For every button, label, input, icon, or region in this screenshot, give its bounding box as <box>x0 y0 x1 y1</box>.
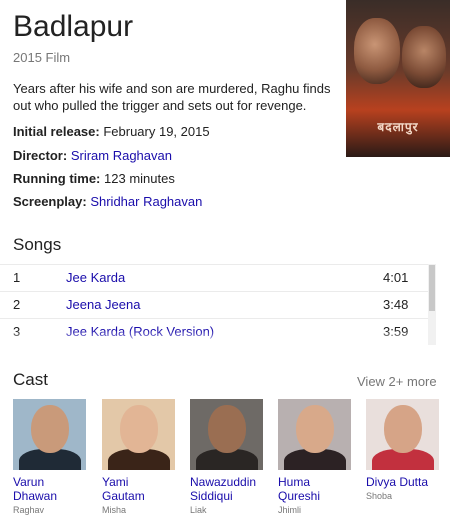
cast-member[interactable]: Nawazuddin Siddiqui Liak <box>190 399 263 515</box>
photo-head-shape <box>120 405 158 453</box>
film-subtitle: 2015 Film <box>13 50 71 65</box>
cast-member[interactable]: Divya Dutta Shoba <box>366 399 439 501</box>
cast-name-link[interactable]: Varun Dhawan <box>13 475 86 503</box>
cast-role: Liak <box>190 505 207 515</box>
fact-running-time: Running time: 123 minutes <box>13 171 175 186</box>
cast-photo[interactable] <box>102 399 175 470</box>
cast-name-line2: Siddiqui <box>190 489 233 503</box>
photo-head-shape <box>384 405 422 453</box>
poster-face-right <box>402 26 446 88</box>
fact-label: Initial release: <box>13 124 100 139</box>
film-title: Badlapur <box>13 10 134 43</box>
film-description: Years after his wife and son are murdere… <box>13 81 331 113</box>
cast-role: Misha <box>102 505 127 515</box>
cast-name-link[interactable]: Huma Qureshi <box>278 475 351 503</box>
cast-role: Shoba <box>366 491 393 501</box>
song-row[interactable]: 1 Jee Karda 4:01 <box>0 264 428 292</box>
cast-role: Jhimli <box>278 505 302 515</box>
cast-name-link[interactable]: Nawazuddin Siddiqui <box>190 475 263 503</box>
cast-name-line1: Divya Dutta <box>366 475 429 489</box>
songs-heading: Songs <box>13 235 62 254</box>
song-number: 2 <box>13 297 21 312</box>
screenplay-link[interactable]: Shridhar Raghavan <box>90 194 202 209</box>
fact-initial-release: Initial release: February 19, 2015 <box>13 124 210 139</box>
fact-director: Director: Sriram Raghavan <box>13 148 172 163</box>
photo-head-shape <box>296 405 334 453</box>
cast-heading: Cast <box>13 370 48 389</box>
song-duration: 4:01 <box>383 270 409 285</box>
song-duration: 3:48 <box>383 297 409 312</box>
cast-name-line2: Qureshi <box>278 489 321 503</box>
songs-scrollbar-thumb[interactable] <box>429 265 435 311</box>
fact-value: February 19, 2015 <box>103 124 210 139</box>
cast-name-line1: Nawazuddin <box>190 475 257 489</box>
fact-screenplay: Screenplay: Shridhar Raghavan <box>13 194 202 209</box>
director-link[interactable]: Sriram Raghavan <box>71 148 172 163</box>
cast-name-link[interactable]: Yami Gautam <box>102 475 175 503</box>
poster-face-left <box>354 18 400 84</box>
poster-title: बदलापुर <box>377 120 419 134</box>
song-row[interactable]: 2 Jeena Jeena 3:48 <box>0 291 428 319</box>
cast-photo[interactable] <box>278 399 351 470</box>
cast-member[interactable]: Yami Gautam Misha <box>102 399 175 515</box>
song-link[interactable]: Jeena Jeena <box>66 297 140 312</box>
cast-name-line2: Dhawan <box>13 489 58 503</box>
fact-label: Running time: <box>13 171 101 186</box>
cast-member[interactable]: Varun Dhawan Raghav <box>13 399 86 515</box>
cast-name-line1: Yami <box>102 475 129 489</box>
cast-name-line2: Gautam <box>102 489 145 503</box>
cast-name-line1: Varun <box>13 475 45 489</box>
fact-label: Screenplay: <box>13 194 87 209</box>
cast-photo[interactable] <box>13 399 86 470</box>
cast-role: Raghav <box>13 505 45 515</box>
songs-fade-overlay <box>0 330 428 346</box>
fact-value: 123 minutes <box>104 171 175 186</box>
fact-label: Director: <box>13 148 68 163</box>
cast-member[interactable]: Huma Qureshi Jhimli <box>278 399 351 515</box>
cast-name-link[interactable]: Divya Dutta <box>366 475 439 489</box>
song-number: 1 <box>13 270 21 285</box>
cast-photo[interactable] <box>366 399 439 470</box>
view-more-cast-link[interactable]: View 2+ more <box>357 374 437 389</box>
cast-name-line1: Huma <box>278 475 311 489</box>
photo-head-shape <box>31 405 69 453</box>
photo-head-shape <box>208 405 246 453</box>
cast-photo[interactable] <box>190 399 263 470</box>
movie-poster[interactable]: बदलापुर <box>346 0 450 157</box>
song-link[interactable]: Jee Karda <box>66 270 125 285</box>
